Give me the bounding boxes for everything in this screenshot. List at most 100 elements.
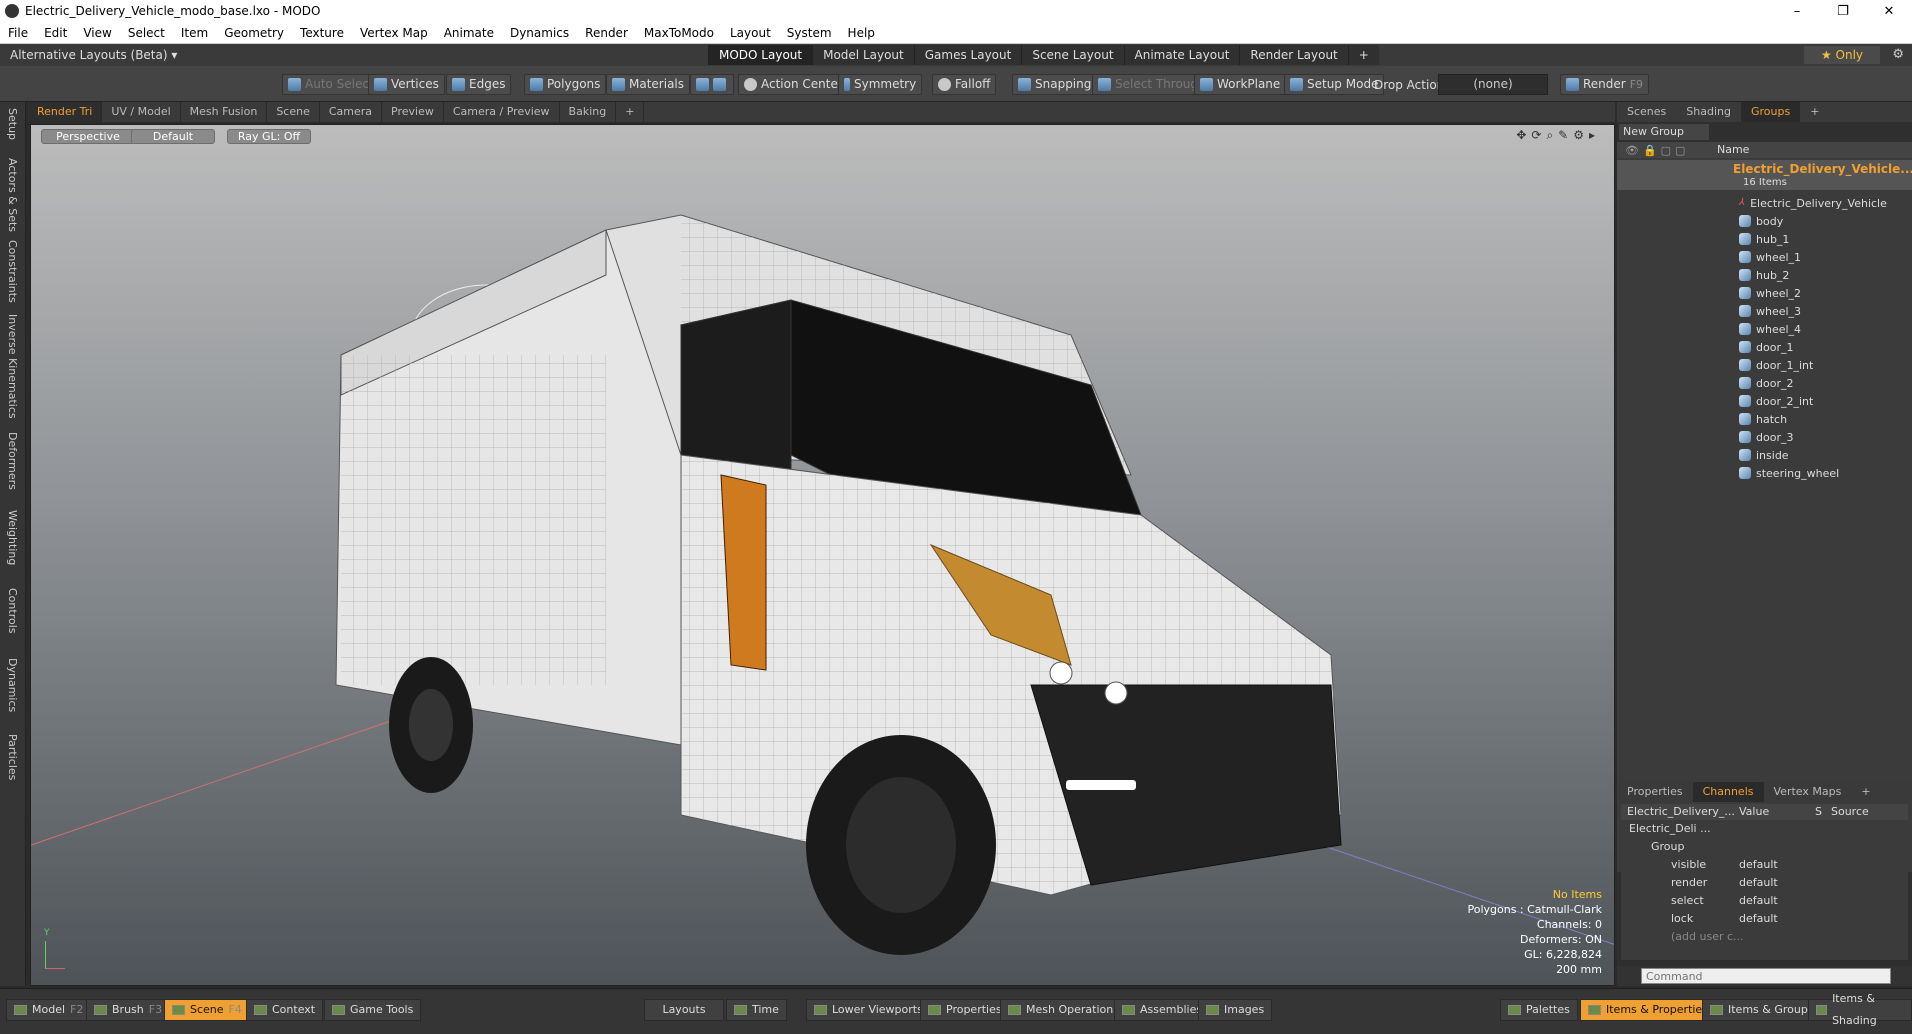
command-input[interactable] <box>1641 968 1891 984</box>
bottom-assemblies-button[interactable]: Assemblies <box>1114 999 1211 1021</box>
gear-icon[interactable]: ⚙ <box>1892 47 1904 62</box>
side-tab-deformers[interactable]: Deformers <box>6 432 19 490</box>
bottom-time-button[interactable]: Time <box>726 999 787 1021</box>
menu-help[interactable]: Help <box>840 26 883 40</box>
tab-uv-model[interactable]: UV / Model <box>102 102 181 122</box>
list-item[interactable]: door_2_int <box>1739 392 1813 410</box>
add-tab-button[interactable]: + <box>616 102 645 122</box>
list-item[interactable]: inside <box>1739 446 1789 464</box>
add-layout-button[interactable]: + <box>1347 45 1379 65</box>
tab-mesh-fusion[interactable]: Mesh Fusion <box>181 102 268 122</box>
list-item[interactable]: wheel_4 <box>1739 320 1801 338</box>
menu-system[interactable]: System <box>779 26 840 40</box>
channel-visible-value[interactable]: default <box>1739 858 1778 871</box>
list-item[interactable]: ⅄ Electric_Delivery_Vehicle <box>1739 194 1887 212</box>
side-tab-inverse-kinematics[interactable]: Inverse Kinematics <box>6 314 19 419</box>
vertices-button[interactable]: Vertices <box>368 74 445 95</box>
bottom-scene-button[interactable]: Scene F4 <box>164 999 250 1021</box>
tab-render-layout[interactable]: Render Layout <box>1239 45 1348 65</box>
menu-render[interactable]: Render <box>577 26 636 40</box>
bottom-layouts-button[interactable]: Layouts <box>644 999 724 1021</box>
bottom-palettes-button[interactable]: Palettes <box>1500 999 1578 1021</box>
menu-dynamics[interactable]: Dynamics <box>502 26 577 40</box>
falloff-button[interactable]: Falloff <box>932 74 997 95</box>
menu-maxtomodo[interactable]: MaxToModo <box>636 26 722 40</box>
workplane-button[interactable]: WorkPlane <box>1194 74 1287 95</box>
list-item[interactable]: wheel_1 <box>1739 248 1801 266</box>
add-user-channel[interactable]: (add user c... <box>1671 930 1744 943</box>
side-tab-particles[interactable]: Particles <box>6 734 19 780</box>
tab-scene[interactable]: Scene <box>267 102 320 122</box>
group-row[interactable]: Electric_Delivery_Vehicle... 16 Items <box>1617 160 1912 190</box>
tab-camera[interactable]: Camera <box>320 102 383 122</box>
bottom-items-properties-button[interactable]: Items & Properties <box>1580 999 1716 1021</box>
bottom-properties-button[interactable]: Properties <box>920 999 1010 1021</box>
list-item[interactable]: door_2 <box>1739 374 1793 392</box>
auto-select-button[interactable]: Auto Select <box>282 74 380 95</box>
symmetry-button[interactable]: Symmetry <box>838 74 923 95</box>
side-tab-controls[interactable]: Controls <box>6 588 19 634</box>
tab-camera-preview[interactable]: Camera / Preview <box>444 102 560 122</box>
tab-groups[interactable]: Groups <box>1740 102 1801 122</box>
tree-root[interactable]: Electric_Deli ... <box>1629 822 1711 835</box>
maximize-button[interactable]: ❐ <box>1820 4 1866 19</box>
bottom-brush-button[interactable]: Brush F3 <box>86 999 171 1021</box>
tab-baking[interactable]: Baking <box>560 102 617 122</box>
drop-action-select[interactable]: (none) <box>1438 74 1548 95</box>
bottom-game-tools-button[interactable]: Game Tools <box>324 999 422 1021</box>
setup-mode-button[interactable]: Setup Mode <box>1284 74 1385 95</box>
tab-shading[interactable]: Shading <box>1676 102 1741 122</box>
bottom-mesh-operations-button[interactable]: Mesh Operations <box>1000 999 1127 1021</box>
close-button[interactable]: ✕ <box>1866 4 1912 19</box>
tab-channels[interactable]: Channels <box>1692 782 1764 802</box>
list-item[interactable]: wheel_2 <box>1739 284 1801 302</box>
render-button[interactable]: Render F9 <box>1560 74 1650 95</box>
add-panel-tab[interactable]: + <box>1800 102 1829 122</box>
side-tab-actors-sets[interactable]: Actors & Sets <box>6 158 19 232</box>
list-item[interactable]: body <box>1739 212 1783 230</box>
3d-viewport[interactable]: Perspective Default Ray GL: Off ✥⟳⌕✎⚙▸ N… <box>30 124 1615 986</box>
list-item[interactable]: hub_1 <box>1739 230 1789 248</box>
add-properties-tab[interactable]: + <box>1851 782 1880 802</box>
tab-animate-layout[interactable]: Animate Layout <box>1123 45 1240 65</box>
groups-tree[interactable]: 👁🔒▢▢ Name Electric_Delivery_Vehicle... 1… <box>1617 142 1912 872</box>
bottom-lower-viewports-button[interactable]: Lower Viewports <box>806 999 931 1021</box>
tab-properties[interactable]: Properties <box>1617 782 1693 802</box>
alternative-layouts-dropdown[interactable]: Alternative Layouts (Beta) ▾ <box>0 48 300 62</box>
menu-layout[interactable]: Layout <box>722 26 779 40</box>
tab-preview[interactable]: Preview <box>382 102 444 122</box>
menu-item[interactable]: Item <box>173 26 216 40</box>
tab-scenes[interactable]: Scenes <box>1617 102 1676 122</box>
tab-render-tri[interactable]: Render Tri <box>28 102 103 122</box>
side-tab-dynamics[interactable]: Dynamics <box>6 658 19 712</box>
tab-games-layout[interactable]: Games Layout <box>913 45 1022 65</box>
minimize-button[interactable]: – <box>1774 4 1820 19</box>
menu-file[interactable]: File <box>0 26 36 40</box>
polygons-button[interactable]: Polygons <box>524 74 607 95</box>
side-tab-constraints[interactable]: Constraints <box>6 240 19 303</box>
action-center-button[interactable]: Action Center <box>738 74 849 95</box>
list-item[interactable]: door_1 <box>1739 338 1793 356</box>
list-item[interactable]: wheel_3 <box>1739 302 1801 320</box>
snapping-button[interactable]: Snapping <box>1012 74 1098 95</box>
menu-animate[interactable]: Animate <box>436 26 502 40</box>
channel-lock-value[interactable]: default <box>1739 912 1778 925</box>
menu-geometry[interactable]: Geometry <box>216 26 292 40</box>
list-item[interactable]: steering_wheel <box>1739 464 1839 482</box>
menu-texture[interactable]: Texture <box>292 26 352 40</box>
tab-modo-layout[interactable]: MODO Layout <box>708 45 813 65</box>
channels-table[interactable]: Electric_Delivery_... Value S Source Ele… <box>1621 804 1908 960</box>
bottom-items-shading-button[interactable]: Items & Shading <box>1808 992 1912 1027</box>
bottom-images-button[interactable]: Images <box>1198 999 1273 1021</box>
menu-vertex-map[interactable]: Vertex Map <box>352 26 436 40</box>
menu-view[interactable]: View <box>75 26 119 40</box>
tree-group[interactable]: Group <box>1651 840 1685 853</box>
bottom-items-groups-button[interactable]: Items & Groups <box>1702 999 1822 1021</box>
channel-select-value[interactable]: default <box>1739 894 1778 907</box>
side-tab-weighting[interactable]: Weighting <box>6 510 19 565</box>
menu-select[interactable]: Select <box>120 26 173 40</box>
tab-vertex-maps[interactable]: Vertex Maps <box>1764 782 1852 802</box>
list-item[interactable]: hub_2 <box>1739 266 1789 284</box>
selection-mode-icons[interactable] <box>690 74 734 95</box>
materials-button[interactable]: Materials <box>606 74 691 95</box>
